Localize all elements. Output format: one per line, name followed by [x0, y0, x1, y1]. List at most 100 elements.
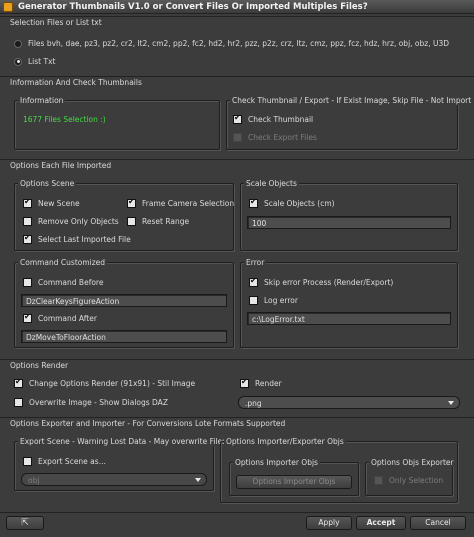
skip-error-row[interactable]: Skip error Process (Render/Export) — [249, 276, 394, 287]
render-row[interactable]: Render — [240, 377, 282, 388]
scale-objects-checkbox[interactable] — [249, 197, 258, 208]
log-error-checkbox[interactable] — [249, 296, 258, 305]
info-check-header: Information And Check Thumbnails — [0, 76, 474, 87]
check-group-title: Check Thumbnail / Export - If Exist Imag… — [230, 96, 474, 105]
reset-range-row[interactable]: Reset Range — [127, 217, 189, 226]
command-after-row[interactable]: Command After — [23, 312, 97, 323]
only-selection-row: Only Selection — [374, 476, 443, 485]
help-pointer-icon: ⇱ — [21, 518, 29, 528]
remove-objects-checkbox[interactable] — [23, 217, 32, 226]
frame-camera-label: Frame Camera Selection — [142, 199, 235, 208]
check-thumbnail-label: Check Thumbnail — [248, 115, 314, 124]
select-last-row[interactable]: Select Last Imported File — [23, 233, 131, 244]
reset-range-label: Reset Range — [142, 217, 190, 226]
export-scene-checkbox[interactable] — [23, 457, 32, 466]
files-radio-row[interactable]: Files bvh, dae, pz3, pz2, cr2, lt2, cm2,… — [14, 39, 449, 48]
information-title: Information — [18, 96, 66, 105]
command-before-label: Command Before — [38, 278, 104, 287]
change-options-label: Change Options Render (91x91) - Stil Ima… — [29, 379, 196, 388]
command-before-input[interactable]: DzClearKeysFigureAction — [21, 294, 227, 307]
importer-objs-group: Options Importer Objs Options Importer O… — [229, 458, 359, 496]
render-header: Options Render — [0, 359, 474, 370]
scale-objects-group: Scale Objects Scale Objects (cm) 100 — [240, 179, 458, 251]
accept-button[interactable]: Accept — [356, 516, 406, 530]
only-selection-label: Only Selection — [389, 476, 444, 485]
export-format-value: obj — [28, 476, 40, 485]
remove-objects-label: Remove Only Objects — [38, 217, 119, 226]
new-scene-checkbox[interactable] — [23, 197, 32, 208]
list-txt-radio-row[interactable]: List Txt — [14, 57, 55, 66]
exporter-header: Options Exporter and Importer - For Conv… — [0, 417, 474, 428]
list-txt-label: List Txt — [28, 57, 56, 66]
footer-divider — [0, 512, 474, 513]
command-after-input[interactable]: DzMoveToFloorAction — [21, 330, 227, 343]
frame-camera-row[interactable]: Frame Camera Selection — [127, 197, 235, 208]
exporter-objs-title: Options Objs Exporter — [369, 458, 456, 467]
window-title: Generator Thumbnails V1.0 or Convert Fil… — [18, 1, 368, 12]
apply-button[interactable]: Apply — [306, 516, 352, 530]
exporter-objs-group: Options Objs Exporter Only Selection — [365, 458, 456, 496]
check-export-row: Check Export Files — [233, 133, 317, 142]
change-options-checkbox[interactable] — [14, 377, 23, 388]
title-bar: Generator Thumbnails V1.0 or Convert Fil… — [0, 0, 474, 14]
render-label: Render — [255, 379, 282, 388]
options-each-header: Options Each File Imported — [0, 159, 474, 170]
importer-exporter-title: Options Importer/Exporter Objs — [224, 437, 346, 446]
export-format-select: obj — [21, 473, 207, 486]
overwrite-row[interactable]: Overwrite Image - Show Dialogs DAZ — [14, 398, 168, 407]
command-customized-group: Command Customized Command Before DzClea… — [14, 258, 234, 348]
export-scene-title: Export Scene - Warning Lost Data - May o… — [18, 437, 229, 446]
command-after-label: Command After — [38, 314, 97, 323]
error-group: Error Skip error Process (Render/Export)… — [240, 258, 458, 348]
new-scene-label: New Scene — [38, 199, 80, 208]
log-error-row[interactable]: Log error — [249, 296, 298, 305]
frame-camera-checkbox[interactable] — [127, 197, 136, 208]
render-checkbox[interactable] — [240, 377, 249, 388]
app-icon — [3, 1, 13, 12]
render-format-value: .png — [245, 399, 262, 408]
select-last-checkbox[interactable] — [23, 233, 32, 244]
change-options-row[interactable]: Change Options Render (91x91) - Stil Ima… — [14, 377, 196, 388]
export-scene-label: Export Scene as... — [38, 457, 106, 466]
command-before-row[interactable]: Command Before — [23, 278, 103, 287]
log-error-label: Log error — [264, 296, 298, 305]
skip-error-checkbox[interactable] — [249, 276, 258, 287]
check-export-checkbox — [233, 133, 242, 142]
export-scene-row[interactable]: Export Scene as... — [23, 457, 106, 466]
render-format-select[interactable]: .png — [238, 396, 460, 409]
export-scene-group: Export Scene - Warning Lost Data - May o… — [14, 437, 229, 491]
help-button[interactable]: ⇱ — [6, 516, 44, 530]
information-text: 1677 Files Selection :) — [23, 115, 106, 124]
overwrite-label: Overwrite Image - Show Dialogs DAZ — [29, 398, 168, 407]
importer-exporter-group: Options Importer/Exporter Objs Options I… — [220, 437, 458, 503]
log-path-input[interactable]: c:\LogError.txt — [247, 312, 451, 325]
importer-objs-title: Options Importer Objs — [233, 458, 320, 467]
command-customized-title: Command Customized — [18, 258, 108, 267]
selection-header: Selection Files or List txt — [0, 16, 474, 27]
command-after-checkbox[interactable] — [23, 312, 32, 323]
check-export-label: Check Export Files — [248, 133, 317, 142]
importer-options-button: Options Importer Objs — [236, 475, 352, 489]
cancel-button[interactable]: Cancel — [410, 516, 466, 530]
scale-objects-title: Scale Objects — [244, 179, 299, 188]
scale-objects-row[interactable]: Scale Objects (cm) — [249, 197, 335, 208]
files-radio[interactable] — [14, 39, 22, 48]
scale-value-input[interactable]: 100 — [247, 216, 451, 229]
check-thumbnail-row[interactable]: Check Thumbnail — [233, 113, 314, 124]
files-radio-label: Files bvh, dae, pz3, pz2, cr2, lt2, cm2,… — [28, 39, 450, 48]
reset-range-checkbox[interactable] — [127, 217, 136, 226]
check-thumbnail-checkbox[interactable] — [233, 113, 242, 124]
information-group: Information 1677 Files Selection :) — [14, 96, 220, 150]
overwrite-checkbox[interactable] — [14, 398, 23, 407]
only-selection-checkbox — [374, 476, 383, 485]
options-scene-group: Options Scene New Scene Frame Camera Sel… — [14, 179, 235, 251]
chevron-down-icon — [448, 401, 454, 405]
new-scene-row[interactable]: New Scene — [23, 197, 80, 208]
chevron-down-icon — [195, 478, 201, 482]
skip-error-label: Skip error Process (Render/Export) — [264, 278, 394, 287]
remove-objects-row[interactable]: Remove Only Objects — [23, 217, 119, 226]
command-before-checkbox[interactable] — [23, 278, 32, 287]
check-thumbnail-group: Check Thumbnail / Export - If Exist Imag… — [226, 96, 474, 150]
list-txt-radio[interactable] — [14, 57, 22, 66]
select-last-label: Select Last Imported File — [38, 235, 131, 244]
